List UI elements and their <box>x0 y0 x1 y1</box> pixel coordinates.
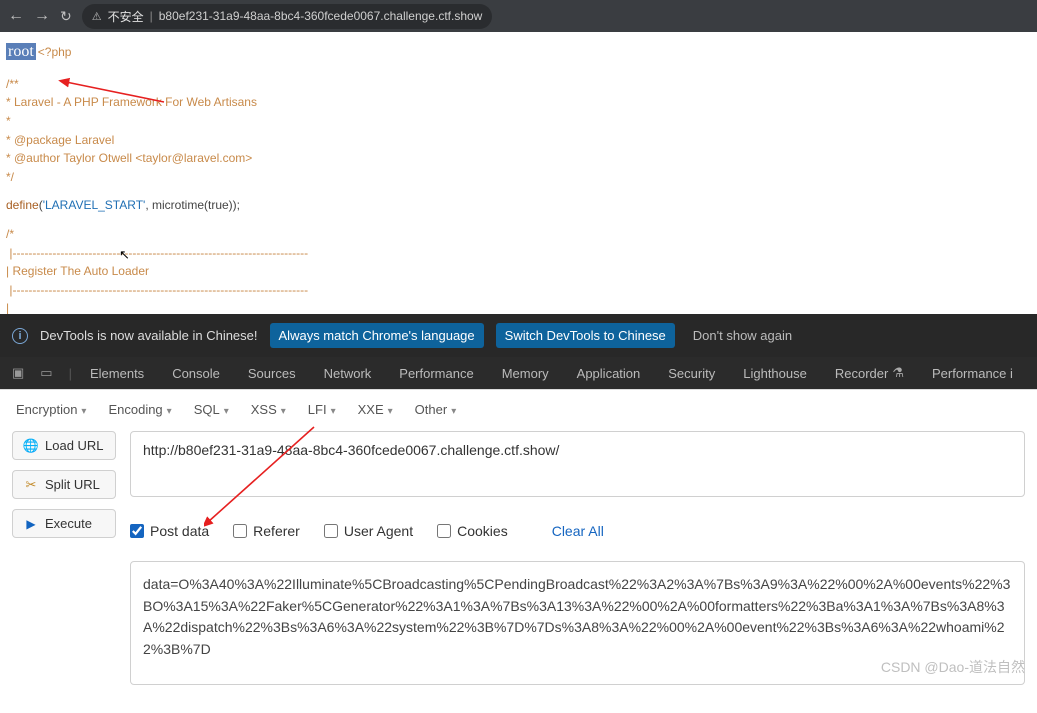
scissors-icon: ✂ <box>23 478 39 492</box>
cookies-checkbox[interactable]: Cookies <box>437 523 508 539</box>
menu-encoding[interactable]: Encoding▾ <box>108 402 171 417</box>
menu-lfi[interactable]: LFI▾ <box>308 402 336 417</box>
dont-show-link[interactable]: Don't show again <box>693 328 792 343</box>
url-input[interactable]: http://b80ef231-31a9-48aa-8bc4-360fcede0… <box>130 431 1025 497</box>
chevron-down-icon: ▾ <box>281 406 286 417</box>
code-comment: |---------------------------------------… <box>6 244 1031 263</box>
tab-application[interactable]: Application <box>563 357 655 389</box>
code-comment: * @package Laravel <box>6 131 1031 150</box>
back-icon[interactable]: ← <box>8 7 24 25</box>
tab-console[interactable]: Console <box>158 357 234 389</box>
tab-elements[interactable]: Elements <box>76 357 158 389</box>
globe-icon: 🌐 <box>23 439 39 453</box>
device-toggle-icon[interactable]: ▭ <box>36 365 56 381</box>
insecure-label: 不安全 <box>108 8 144 25</box>
code-comment: /** <box>6 75 1031 94</box>
chevron-down-icon: ▾ <box>451 406 456 417</box>
clear-all-link[interactable]: Clear All <box>552 523 604 539</box>
code-comment: | Register The Auto Loader <box>6 262 1031 281</box>
flask-icon: ⚗ <box>892 365 904 381</box>
code-comment: /* <box>6 225 1031 244</box>
url-separator: | <box>150 9 153 23</box>
code-comment: | <box>6 299 1031 314</box>
insecure-icon: ⚠ <box>92 10 102 23</box>
fn-name: define <box>6 198 39 212</box>
reload-icon[interactable]: ↻ <box>60 8 72 25</box>
string-literal: 'LARAVEL_START' <box>43 198 146 212</box>
chevron-down-icon: ▾ <box>81 406 86 417</box>
hackbar-menu-row: Encryption▾ Encoding▾ SQL▾ XSS▾ LFI▾ XXE… <box>12 402 1025 417</box>
always-match-button[interactable]: Always match Chrome's language <box>270 323 484 348</box>
hackbar-button-column: 🌐Load URL ✂Split URL ▶Execute <box>12 431 116 685</box>
code-comment: * Laravel - A PHP Framework For Web Arti… <box>6 93 1031 112</box>
tab-recorder[interactable]: Recorder ⚗ <box>821 357 918 389</box>
php-open-tag: <?php <box>38 45 72 59</box>
switch-chinese-button[interactable]: Switch DevTools to Chinese <box>496 323 675 348</box>
tab-network[interactable]: Network <box>310 357 386 389</box>
tab-lighthouse[interactable]: Lighthouse <box>729 357 821 389</box>
info-icon: i <box>12 328 28 344</box>
chevron-down-icon: ▾ <box>331 406 336 417</box>
address-bar[interactable]: ⚠ 不安全 | b80ef231-31a9-48aa-8bc4-360fcede… <box>82 4 493 29</box>
tab-memory[interactable]: Memory <box>488 357 563 389</box>
menu-other[interactable]: Other▾ <box>415 402 457 417</box>
options-row: Post data Referer User Agent Cookies Cle… <box>130 523 1025 539</box>
devtools-language-banner: i DevTools is now available in Chinese! … <box>0 314 1037 357</box>
execute-button[interactable]: ▶Execute <box>12 509 116 538</box>
code-comment: |---------------------------------------… <box>6 281 1031 300</box>
forward-icon[interactable]: → <box>34 7 50 25</box>
menu-encryption[interactable]: Encryption▾ <box>16 402 86 417</box>
inspect-icon[interactable]: ▣ <box>8 365 28 381</box>
tab-performance-insights[interactable]: Performance i <box>918 357 1027 389</box>
selection-root[interactable]: root <box>6 43 36 60</box>
menu-xss[interactable]: XSS▾ <box>251 402 286 417</box>
tab-security[interactable]: Security <box>654 357 729 389</box>
tab-sources[interactable]: Sources <box>234 357 310 389</box>
post-data-checkbox[interactable]: Post data <box>130 523 209 539</box>
page-content: root<?php /** * Laravel - A PHP Framewor… <box>0 32 1037 314</box>
cursor-pointer-icon: ↖ <box>119 245 130 265</box>
user-agent-checkbox[interactable]: User Agent <box>324 523 413 539</box>
split-url-button[interactable]: ✂Split URL <box>12 470 116 499</box>
url-text: b80ef231-31a9-48aa-8bc4-360fcede0067.cha… <box>159 9 483 23</box>
chevron-down-icon: ▾ <box>167 406 172 417</box>
post-data-input[interactable]: data=O%3A40%3A%22Illuminate%5CBroadcasti… <box>130 561 1025 685</box>
code-comment: */ <box>6 168 1031 187</box>
banner-text: DevTools is now available in Chinese! <box>40 328 258 343</box>
code-comment: * <box>6 112 1031 131</box>
hackbar-panel: Encryption▾ Encoding▾ SQL▾ XSS▾ LFI▾ XXE… <box>0 389 1037 691</box>
code-line: define('LARAVEL_START', microtime(true))… <box>6 196 1031 215</box>
menu-xxe[interactable]: XXE▾ <box>358 402 393 417</box>
tab-performance[interactable]: Performance <box>385 357 487 389</box>
play-icon: ▶ <box>23 517 39 531</box>
load-url-button[interactable]: 🌐Load URL <box>12 431 116 460</box>
referer-checkbox[interactable]: Referer <box>233 523 300 539</box>
menu-sql[interactable]: SQL▾ <box>194 402 229 417</box>
browser-toolbar: ← → ↻ ⚠ 不安全 | b80ef231-31a9-48aa-8bc4-36… <box>0 0 1037 32</box>
chevron-down-icon: ▾ <box>388 406 393 417</box>
devtools-tabbar: ▣ ▭ | Elements Console Sources Network P… <box>0 357 1037 389</box>
code-comment: * @author Taylor Otwell <taylor@laravel.… <box>6 149 1031 168</box>
chevron-down-icon: ▾ <box>224 406 229 417</box>
